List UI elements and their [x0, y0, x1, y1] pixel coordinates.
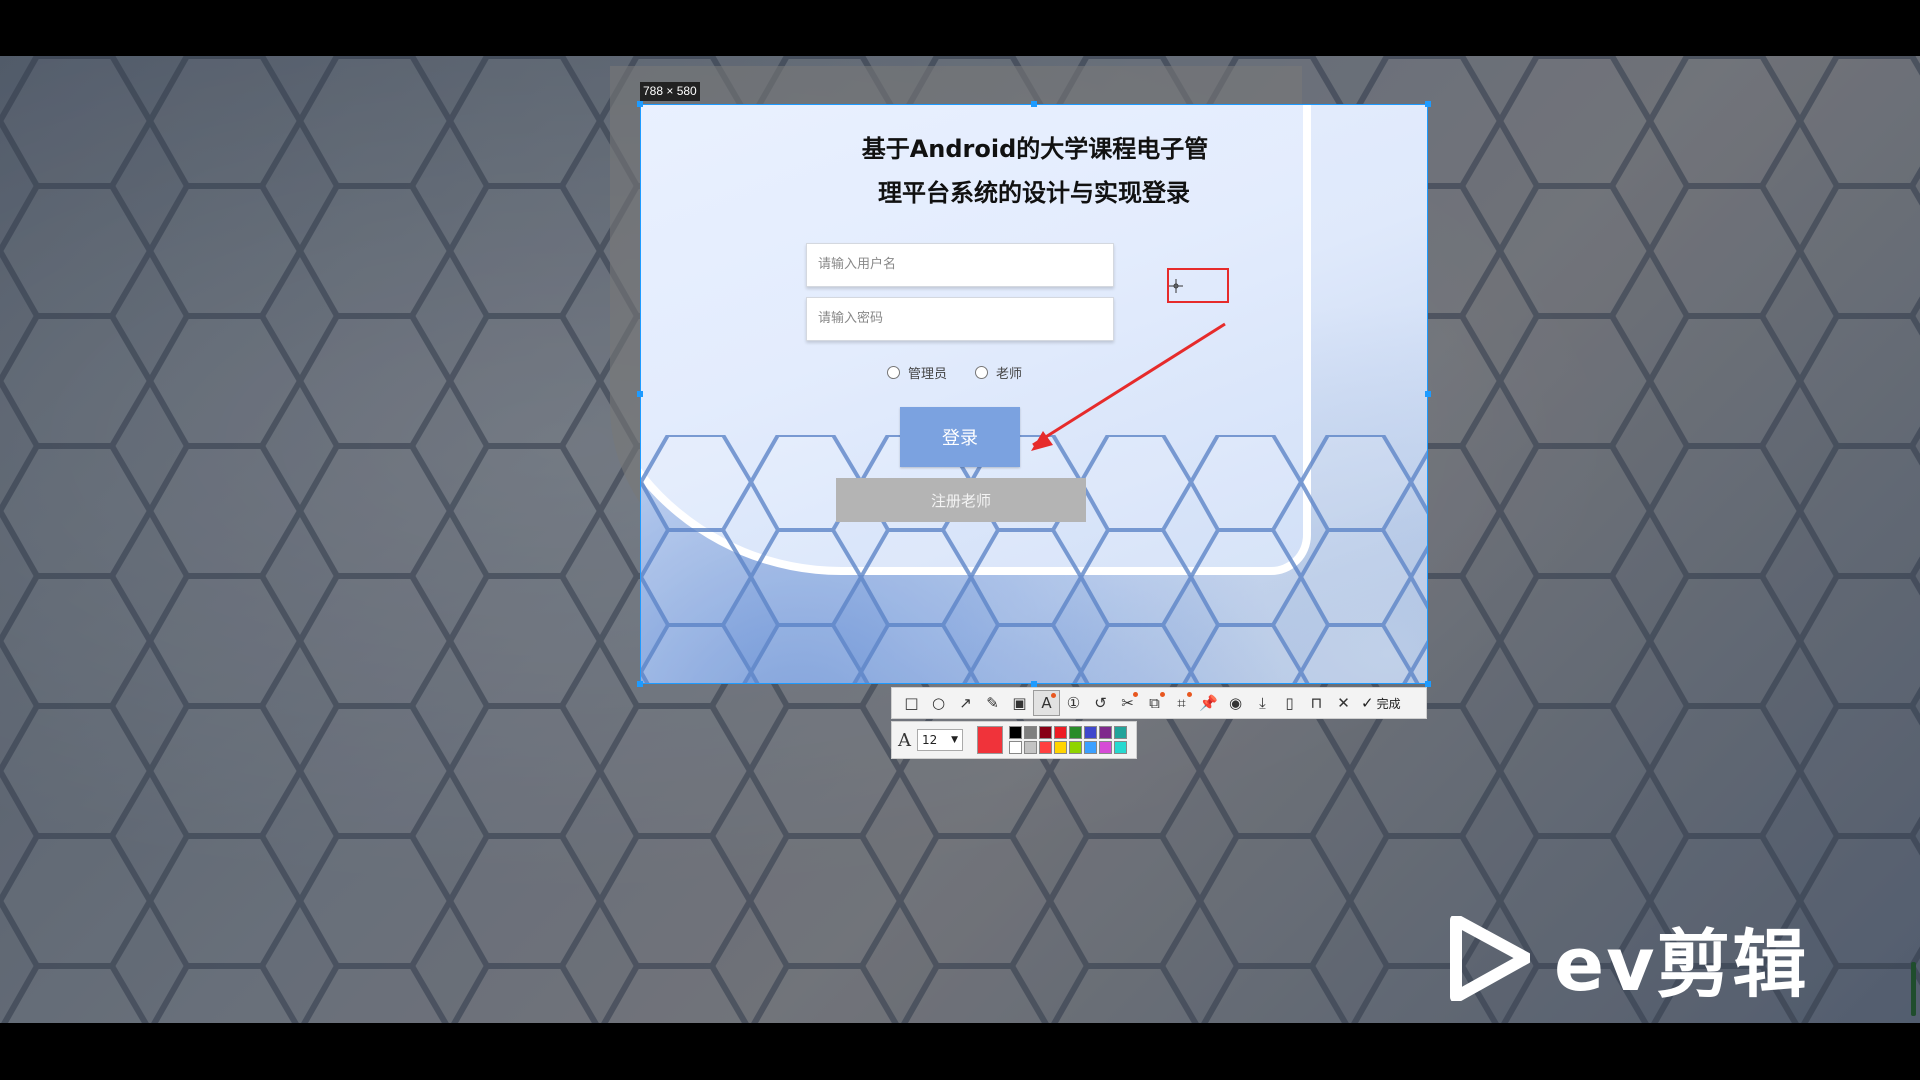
- color-palette: [1009, 726, 1127, 754]
- crosshair-cursor-icon: [1169, 279, 1183, 293]
- ev-watermark: ev剪辑: [1450, 905, 1808, 1012]
- color-swatch[interactable]: [1114, 726, 1127, 739]
- color-swatch[interactable]: [1069, 726, 1082, 739]
- page-title: 基于Android的大学课程电子管 理平台系统的设计与实现登录: [861, 135, 1209, 207]
- color-swatch[interactable]: [1054, 741, 1067, 754]
- pen-icon[interactable]: ✎: [979, 690, 1006, 716]
- password-placeholder: 请输入密码: [818, 311, 884, 326]
- scissors-icon[interactable]: ✂: [1114, 690, 1141, 716]
- ellipse-icon[interactable]: ○: [925, 690, 952, 716]
- resize-handle-w[interactable]: [637, 391, 643, 397]
- resize-handle-e[interactable]: [1425, 391, 1431, 397]
- check-icon: ✓: [1361, 694, 1374, 712]
- number-icon[interactable]: ①: [1060, 690, 1087, 716]
- current-color-swatch[interactable]: [977, 726, 1003, 754]
- color-swatch[interactable]: [1009, 741, 1022, 754]
- save-icon[interactable]: ▯: [1276, 690, 1303, 716]
- radio-icon[interactable]: [887, 366, 900, 379]
- text-icon[interactable]: A: [1033, 690, 1060, 716]
- color-swatch[interactable]: [1084, 741, 1097, 754]
- pin-icon[interactable]: 📌: [1195, 690, 1222, 716]
- ocr-icon[interactable]: ⧉: [1141, 690, 1168, 716]
- role-radio-group: 管理员 老师: [887, 363, 1050, 382]
- role-admin-option[interactable]: 管理员: [887, 363, 947, 382]
- chevron-down-icon: ▼: [951, 735, 958, 745]
- text-options-bar: A 12 ▼: [891, 721, 1137, 759]
- screenshot-toolbar: □ ○ ↗ ✎ ▣ A ① ↺ ✂ ⧉ ⌗ 📌 ◉ ⤓ ▯ ⊓ ✕ ✓ 完成: [891, 687, 1427, 719]
- resize-handle-nw[interactable]: [637, 101, 643, 107]
- download-icon[interactable]: ⤓: [1249, 690, 1276, 716]
- role-teacher-label: 老师: [996, 367, 1023, 382]
- register-teacher-button[interactable]: 注册老师: [836, 478, 1086, 522]
- color-swatch[interactable]: [1009, 726, 1022, 739]
- color-swatch[interactable]: [1099, 726, 1112, 739]
- color-swatch[interactable]: [1024, 741, 1037, 754]
- undo-icon[interactable]: ↺: [1087, 690, 1114, 716]
- record-icon[interactable]: ◉: [1222, 690, 1249, 716]
- resize-handle-ne[interactable]: [1425, 101, 1431, 107]
- crop-icon[interactable]: ⌗: [1168, 690, 1195, 716]
- color-swatch[interactable]: [1099, 741, 1112, 754]
- color-swatch[interactable]: [1024, 726, 1037, 739]
- color-swatch[interactable]: [1039, 741, 1052, 754]
- color-swatch[interactable]: [1054, 726, 1067, 739]
- done-label: 完成: [1376, 696, 1401, 711]
- login-button[interactable]: 登录: [900, 407, 1020, 467]
- username-placeholder: 请输入用户名: [818, 257, 897, 272]
- rectangle-icon[interactable]: □: [898, 690, 925, 716]
- color-swatch[interactable]: [1084, 726, 1097, 739]
- color-swatch[interactable]: [1114, 741, 1127, 754]
- bookmark-icon[interactable]: ⊓: [1303, 690, 1330, 716]
- color-swatch[interactable]: [1069, 741, 1082, 754]
- done-button[interactable]: ✓ 完成: [1361, 694, 1401, 712]
- font-size-value: 12: [922, 733, 938, 747]
- letterbox-bottom: [0, 1023, 1920, 1080]
- watermark-text: ev剪辑: [1554, 922, 1809, 1008]
- login-hex-decoration: [641, 435, 1427, 683]
- letterbox-top: [0, 0, 1920, 56]
- username-input[interactable]: 请输入用户名: [806, 243, 1114, 287]
- font-icon: A: [898, 729, 911, 751]
- close-icon[interactable]: ✕: [1330, 690, 1357, 716]
- font-size-select[interactable]: 12 ▼: [917, 729, 963, 751]
- resize-handle-sw[interactable]: [637, 681, 643, 687]
- color-swatch[interactable]: [1039, 726, 1052, 739]
- arrow-icon[interactable]: ↗: [952, 690, 979, 716]
- screen: 788 × 580 基于Android的大学课程电子管 理平台系统的设计与实现登…: [0, 0, 1920, 1080]
- radio-icon[interactable]: [975, 366, 989, 379]
- selection-size-badge: 788 × 580: [640, 82, 700, 101]
- play-logo-icon: [1450, 916, 1530, 1001]
- role-teacher-option[interactable]: 老师: [975, 363, 1022, 382]
- scroll-indicator: [1911, 962, 1916, 1016]
- mosaic-icon[interactable]: ▣: [1006, 690, 1033, 716]
- capture-selection[interactable]: 基于Android的大学课程电子管 理平台系统的设计与实现登录 请输入用户名 请…: [640, 104, 1428, 684]
- resize-handle-n[interactable]: [1031, 101, 1037, 107]
- role-admin-label: 管理员: [908, 367, 948, 382]
- password-input[interactable]: 请输入密码: [806, 297, 1114, 341]
